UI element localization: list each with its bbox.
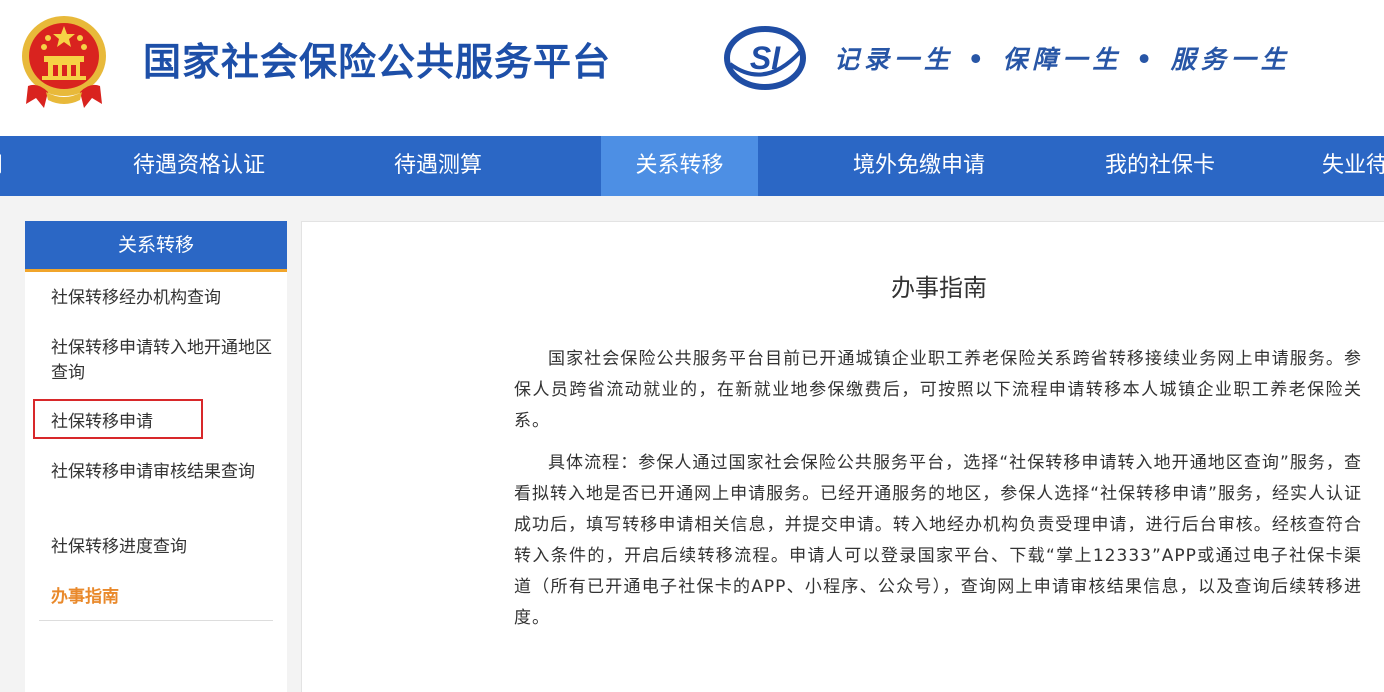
- sidebar-item-progress-query[interactable]: 社保转移进度查询: [51, 535, 277, 560]
- sidebar-item-review-result-query[interactable]: 社保转移申请审核结果查询: [51, 460, 277, 485]
- nav-item-relationship-transfer[interactable]: 关系转移: [601, 136, 758, 196]
- guide-paragraph-process: 具体流程：参保人通过国家社会保险公共服务平台，选择“社保转移申请转入地开通地区查…: [514, 453, 1362, 628]
- main-content: 办事指南 国家社会保险公共服务平台目前已开通城镇企业职工养老保险关系跨省转移接续…: [301, 221, 1384, 692]
- slogan: 记录一生 • 保障一生 • 服务一生: [834, 45, 1291, 74]
- sidebar-item-transfer-application[interactable]: 社保转移申请: [51, 410, 277, 435]
- national-emblem-icon: [22, 16, 106, 108]
- nav-item-overseas-exemption[interactable]: 境外免缴申请: [806, 136, 1032, 196]
- sidebar-title: 关系转移: [25, 221, 287, 269]
- sidebar: 关系转移 社保转移经办机构查询 社保转移申请转入地开通地区查询 社保转移申请 社…: [25, 221, 287, 692]
- sidebar-item-guide[interactable]: 办事指南: [51, 585, 277, 610]
- svg-text:SI: SI: [750, 40, 781, 76]
- sidebar-divider: [39, 620, 273, 621]
- nav-item-partial-left[interactable]: 问: [0, 136, 12, 196]
- nav-item-unemployment-partial[interactable]: 失业待: [1322, 136, 1384, 196]
- si-logo-icon: SI: [724, 26, 806, 90]
- page-title: 办事指南: [891, 274, 987, 302]
- guide-paragraph-intro: 国家社会保险公共服务平台目前已开通城镇企业职工养老保险关系跨省转移接续业务网上申…: [514, 349, 1362, 431]
- site-header: 国家社会保险公共服务平台 SI 记录一生 • 保障一生 • 服务一生: [0, 0, 1384, 136]
- nav-item-benefit-qualification[interactable]: 待遇资格认证: [88, 136, 310, 196]
- sidebar-item-region-query[interactable]: 社保转移申请转入地开通地区查询: [51, 336, 277, 386]
- sidebar-item-agency-query[interactable]: 社保转移经办机构查询: [51, 286, 277, 311]
- main-nav: 问 待遇资格认证 待遇测算 关系转移 境外免缴申请 我的社保卡 失业待: [0, 136, 1384, 196]
- site-title: 国家社会保险公共服务平台: [143, 40, 612, 84]
- sidebar-title-underline: [25, 269, 287, 272]
- nav-item-my-social-card[interactable]: 我的社保卡: [1068, 136, 1252, 196]
- nav-item-benefit-calculation[interactable]: 待遇测算: [340, 136, 536, 196]
